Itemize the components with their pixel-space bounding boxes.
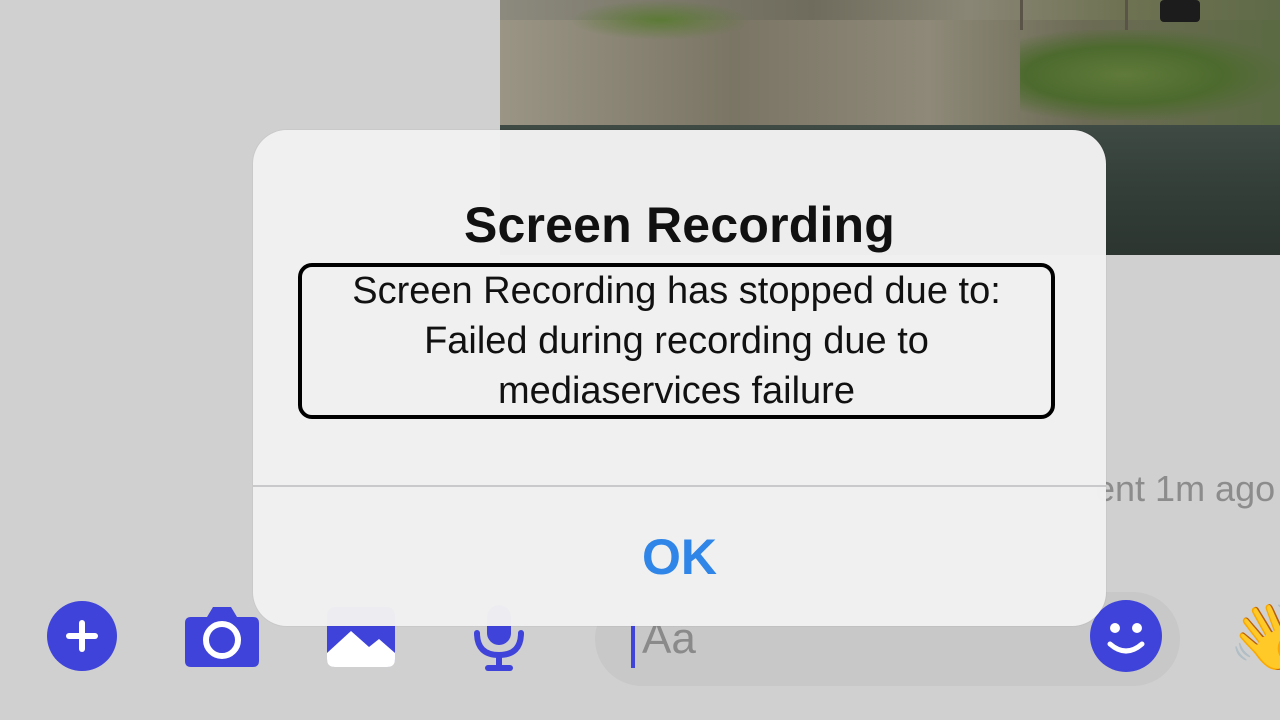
alert-message-line: Failed during recording due to xyxy=(424,320,929,362)
plus-icon xyxy=(66,620,98,652)
photo-post xyxy=(1020,0,1023,30)
message-timestamp: ent 1m ago xyxy=(1095,468,1276,509)
text-cursor xyxy=(631,622,635,668)
alert-dialog: Screen Recording Screen Recording has st… xyxy=(253,130,1106,626)
camera-icon xyxy=(185,607,259,667)
alert-title: Screen Recording xyxy=(463,197,896,253)
alert-message: Screen Recording has stopped due to: Fai… xyxy=(298,263,1055,419)
ok-button[interactable]: OK xyxy=(253,487,1106,626)
plus-button[interactable] xyxy=(47,601,117,671)
alert-message-line: mediaservices failure xyxy=(498,370,855,412)
alert-message-line: Screen Recording has stopped due to: xyxy=(352,270,1001,312)
photo-figure xyxy=(1160,0,1200,22)
waving-hand-icon[interactable]: 👋 xyxy=(1228,596,1280,676)
photo-post xyxy=(1125,0,1128,30)
camera-button[interactable] xyxy=(183,603,261,669)
photo-foliage xyxy=(1020,30,1280,120)
photo-foliage-top xyxy=(570,0,750,40)
